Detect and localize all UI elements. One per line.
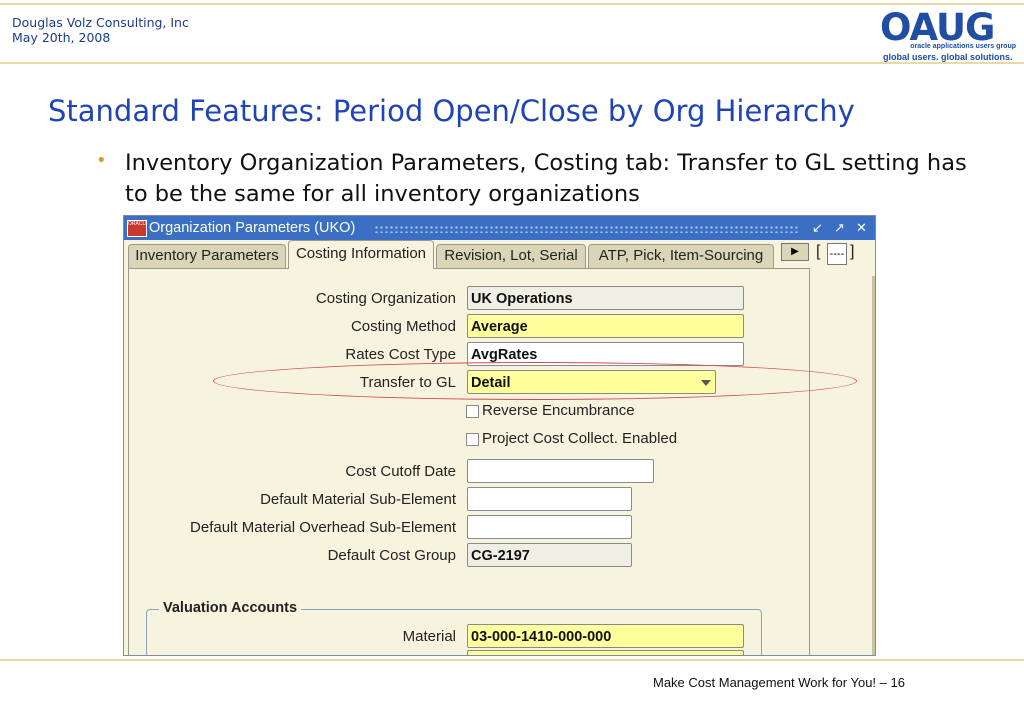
tab-costing-information[interactable]: Costing Information — [288, 240, 434, 269]
window-titlebar[interactable]: ORACLE Organization Parameters (UKO) ↙ ↗… — [124, 216, 875, 240]
costing-org-label: Costing Organization — [315, 290, 456, 307]
reverse-encumbrance-checkbox[interactable] — [466, 405, 479, 418]
org-parameters-window: ORACLE Organization Parameters (UKO) ↙ ↗… — [123, 215, 876, 656]
oaug-logo: OAUG oracle applications users group glo… — [878, 6, 1018, 64]
app-icon: ORACLE — [127, 220, 147, 237]
header-rule-top — [0, 3, 1024, 5]
project-cost-collect-label: Project Cost Collect. Enabled — [482, 430, 678, 447]
window-title: Organization Parameters (UKO) — [149, 220, 356, 236]
default-material-sub-element-field[interactable] — [467, 487, 632, 511]
maximize-icon[interactable]: ↗ — [831, 219, 848, 236]
titlebar-grip — [374, 225, 798, 233]
bracket-open: [ — [816, 243, 821, 260]
minimize-icon[interactable]: ↙ — [809, 219, 826, 236]
bullet-text: Inventory Organization Parameters, Costi… — [125, 150, 967, 207]
material-account-field[interactable]: 03-000-1410-000-000 — [467, 624, 744, 648]
costing-method-field[interactable]: Average — [467, 314, 744, 338]
project-cost-collect-checkbox[interactable] — [466, 433, 479, 446]
company-name: Douglas Volz Consulting, Inc — [12, 15, 189, 30]
cost-cutoff-date-field[interactable] — [467, 459, 654, 483]
tab-revision-lot-serial[interactable]: Revision, Lot, Serial — [436, 244, 586, 268]
default-material-overhead-sub-element-field[interactable] — [467, 515, 632, 539]
rates-cost-type-label: Rates Cost Type — [345, 346, 456, 363]
footer-rule — [0, 659, 1024, 661]
material-account-label: Material — [402, 628, 456, 645]
next-account-field[interactable] — [467, 650, 744, 655]
slide-footer: Make Cost Management Work for You! – 16 — [653, 675, 905, 690]
header-rule-bottom — [0, 62, 1024, 64]
tab-strip: Inventory Parameters Costing Information… — [124, 240, 875, 269]
tab-atp-pick-item-sourcing[interactable]: ATP, Pick, Item-Sourcing — [588, 244, 774, 268]
costing-method-label: Costing Method — [350, 318, 456, 335]
logo-subtitle: oracle applications users group — [910, 43, 1016, 50]
bullet-marker: • — [96, 150, 107, 171]
presentation-date: May 20th, 2008 — [12, 30, 111, 45]
default-material-overhead-sub-element-label: Default Material Overhead Sub-Element — [190, 519, 456, 536]
tab-inventory-parameters[interactable]: Inventory Parameters — [128, 244, 286, 268]
cost-cutoff-date-label: Cost Cutoff Date — [345, 463, 456, 480]
valuation-accounts-title: Valuation Accounts — [159, 600, 302, 616]
close-icon[interactable]: ✕ — [853, 219, 870, 236]
default-material-sub-element-label: Default Material Sub-Element — [260, 491, 456, 508]
tab-more-box[interactable]: ---- — [827, 243, 847, 265]
default-cost-group-label: Default Cost Group — [327, 547, 456, 564]
slide-title: Standard Features: Period Open/Close by … — [48, 94, 855, 128]
bracket-close: ] — [850, 243, 855, 260]
tab-scroll-right-icon[interactable]: ▶ — [781, 243, 809, 261]
company-info: Douglas Volz Consulting, Inc May 20th, 2… — [12, 15, 189, 45]
reverse-encumbrance-label: Reverse Encumbrance — [482, 402, 635, 419]
costing-org-field[interactable]: UK Operations — [467, 286, 744, 310]
default-cost-group-field[interactable]: CG-2197 — [467, 543, 632, 567]
logo-tagline: global users. global solutions. — [883, 52, 1013, 62]
highlight-ellipse — [213, 362, 857, 400]
window-scrollbar[interactable] — [872, 276, 875, 655]
